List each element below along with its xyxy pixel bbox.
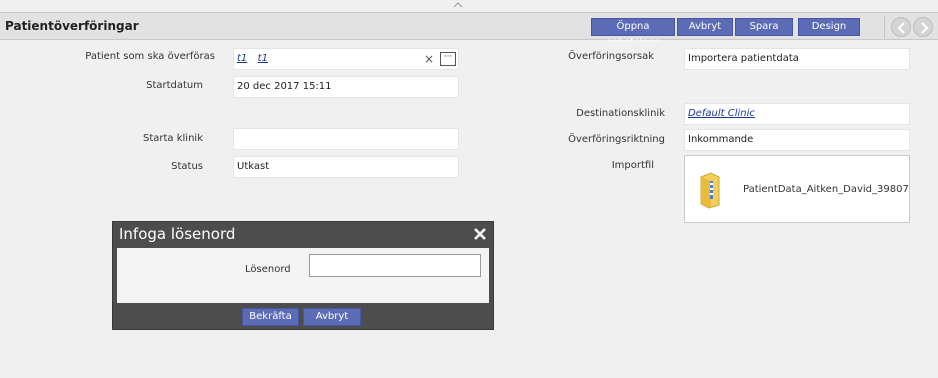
transfer-reason-field[interactable]: Importera patientdata	[684, 48, 910, 70]
transfer-direction-field[interactable]: Inkommande	[684, 129, 910, 151]
import-file-label: Importfil	[611, 160, 654, 171]
more-icon[interactable]: ···	[440, 52, 456, 66]
save-button[interactable]: Spara	[735, 18, 793, 36]
top-strip	[0, 0, 938, 12]
start-date-label: Startdatum	[146, 80, 203, 91]
folder-zip-icon	[700, 172, 720, 209]
import-file-box[interactable]: PatientData_Aitken_David_39807	[684, 155, 910, 223]
confirm-button[interactable]: Bekräfta	[242, 308, 299, 326]
cancel-button[interactable]: Avbryt	[677, 18, 733, 36]
password-input[interactable]	[309, 254, 481, 277]
patient-label: Patient som ska överföras	[85, 51, 215, 62]
status-label: Status	[171, 161, 203, 172]
header-bar: Patientöverföringar Öppna enhetslogg Avb…	[0, 12, 938, 48]
password-dialog: Infoga lösenord Lösenord Bekräfta Avbryt	[112, 221, 494, 330]
start-date-field[interactable]: 20 dec 2017 15:11	[233, 76, 459, 98]
patient-value-first[interactable]: t1	[237, 53, 247, 64]
patient-value-second[interactable]: t1	[258, 53, 268, 64]
nav-back-icon[interactable]	[891, 17, 911, 37]
dialog-title: Infoga lösenord	[119, 225, 236, 243]
open-log-button[interactable]: Öppna enhetslogg	[591, 18, 675, 48]
design-button[interactable]: Design	[798, 18, 860, 36]
dialog-body: Lösenord	[117, 248, 489, 303]
clear-icon[interactable]: ×	[424, 52, 434, 66]
collapse-up-icon[interactable]	[452, 0, 464, 10]
import-file-name[interactable]: PatientData_Aitken_David_39807	[743, 184, 909, 195]
start-clinic-field[interactable]	[233, 128, 459, 150]
page-title: Patientöverföringar	[5, 19, 139, 33]
destination-clinic-label: Destinationsklinik	[576, 108, 665, 119]
destination-clinic-value[interactable]: Default Clinic	[688, 108, 755, 119]
transfer-reason-label: Överföringsorsak	[568, 51, 654, 62]
nav-separator	[884, 16, 885, 38]
nav-forward-icon[interactable]	[913, 17, 933, 37]
transfer-direction-label: Överföringsriktning	[568, 134, 665, 145]
close-icon[interactable]	[472, 226, 488, 242]
start-clinic-label: Starta klinik	[143, 133, 203, 144]
password-label: Lösenord	[245, 264, 291, 275]
destination-clinic-field[interactable]: Default Clinic	[684, 103, 910, 125]
patient-field[interactable]: t1 t1 × ···	[233, 48, 459, 70]
dialog-cancel-button[interactable]: Avbryt	[303, 308, 361, 326]
status-field[interactable]: Utkast	[233, 156, 459, 178]
